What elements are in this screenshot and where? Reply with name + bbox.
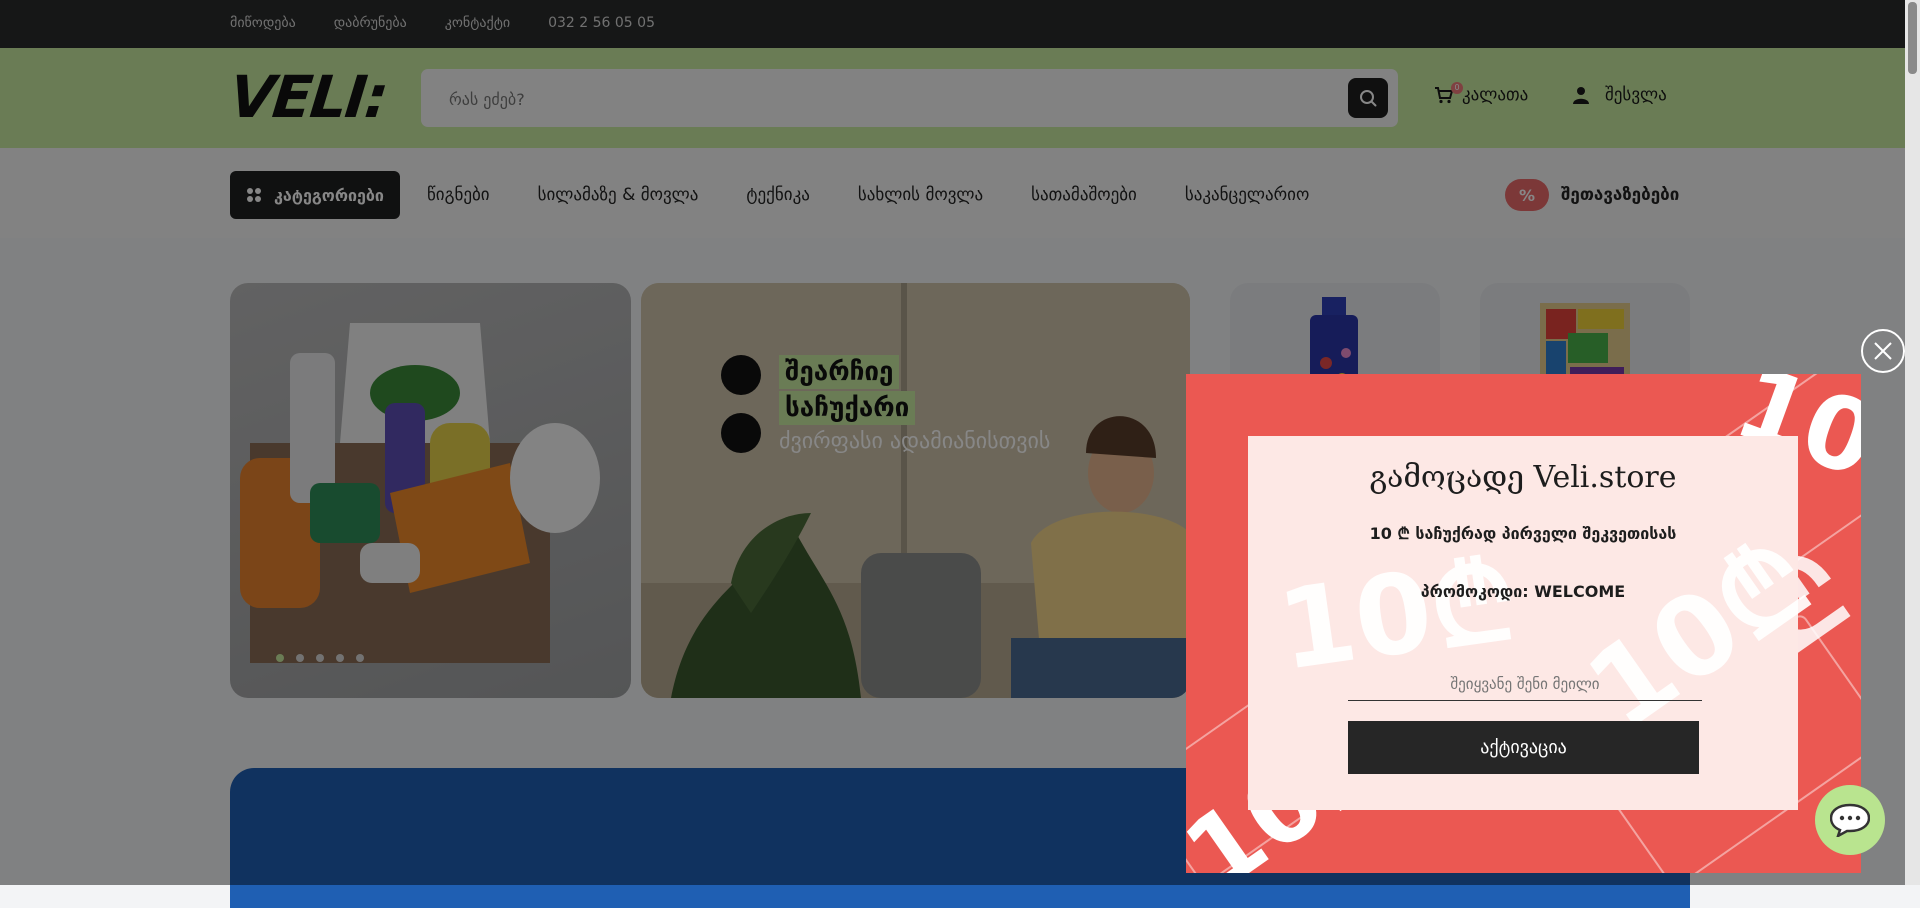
close-popup-button[interactable] bbox=[1861, 329, 1905, 373]
close-icon bbox=[1874, 342, 1892, 360]
popup-content: 10₾ 10₾ გამოცადე Veli.store 10 ₾ საჩუქრა… bbox=[1248, 436, 1833, 810]
activate-button[interactable]: აქტივაცია bbox=[1348, 721, 1699, 774]
chat-button[interactable] bbox=[1815, 785, 1885, 855]
chat-icon bbox=[1830, 803, 1870, 837]
email-input[interactable] bbox=[1348, 668, 1702, 701]
popup-title: გამოცადე Veli.store bbox=[1369, 460, 1677, 495]
promo-code: პრომოკოდი: WELCOME bbox=[1420, 582, 1626, 601]
popup-subtitle: 10 ₾ საჩუქრად პირველი შეკვეთისას bbox=[1369, 524, 1677, 543]
scrollbar-thumb[interactable] bbox=[1908, 2, 1917, 74]
promo-popup: 10₾ 10₾ 10₾ 10₾ 10₾ გამოცადე Veli.store … bbox=[1186, 374, 1861, 873]
scrollbar[interactable] bbox=[1905, 0, 1920, 885]
